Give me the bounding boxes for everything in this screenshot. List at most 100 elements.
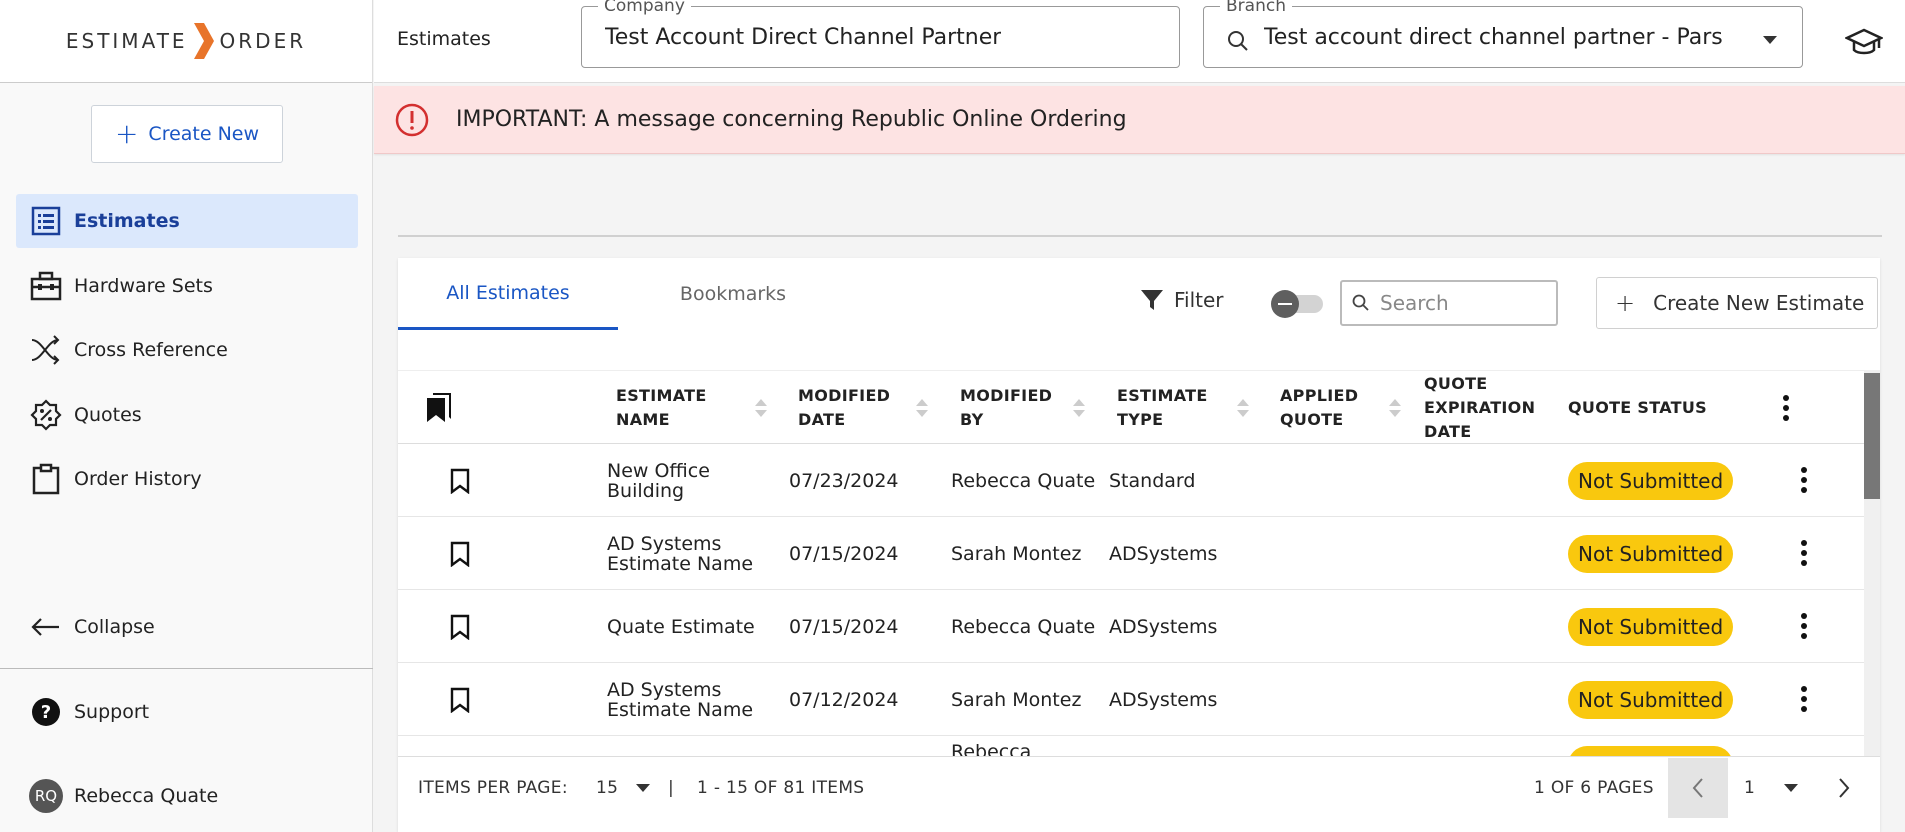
- create-new-estimate-button[interactable]: + Create New Estimate: [1596, 277, 1878, 329]
- modified-by: Rebecca: [951, 741, 1032, 756]
- sort-icon[interactable]: [1388, 396, 1402, 420]
- company-select[interactable]: Company Test Account Direct Channel Part…: [581, 0, 1180, 68]
- support-label: Support: [74, 701, 150, 723]
- graduation-cap-icon[interactable]: [1845, 22, 1883, 60]
- branch-select[interactable]: Branch Test account direct channel partn…: [1203, 0, 1803, 68]
- user-name: Rebecca Quate: [74, 785, 219, 807]
- caret-down-icon[interactable]: [636, 784, 650, 792]
- top-bar: Estimates Company Test Account Direct Ch…: [374, 0, 1905, 83]
- table-row[interactable]: AD Systems Estimate Name 07/15/2024 Sara…: [398, 517, 1864, 590]
- help-icon: ?: [28, 694, 64, 730]
- estimate-type: ADSystems: [1109, 542, 1218, 565]
- chevron-logo-icon: [193, 23, 214, 59]
- sidebar-item-label: Estimates: [74, 210, 180, 232]
- sidebar-item-cross-reference[interactable]: Cross Reference: [16, 323, 358, 377]
- sort-icon[interactable]: [1072, 396, 1086, 420]
- chevron-right-icon[interactable]: [1838, 777, 1850, 799]
- plus-icon: +: [1615, 289, 1636, 317]
- status-badge: Not Submitted: [1568, 461, 1734, 500]
- create-new-button[interactable]: + Create New: [91, 105, 283, 163]
- search-box[interactable]: [1340, 280, 1558, 326]
- more-vertical-icon[interactable]: [1800, 539, 1808, 567]
- sidebar-item-estimates[interactable]: Estimates: [16, 194, 358, 248]
- tab-all-estimates[interactable]: All Estimates: [398, 258, 618, 330]
- shuffle-icon: [28, 332, 64, 368]
- user-profile[interactable]: RQ Rebecca Quate: [16, 769, 358, 823]
- more-vertical-icon[interactable]: [1800, 466, 1808, 494]
- table-row[interactable]: Quate Estimate 07/15/2024 Rebecca Quate …: [398, 590, 1864, 663]
- important-alert[interactable]: IMPORTANT: A message concerning Republic…: [374, 86, 1905, 154]
- table-row[interactable]: AD Systems Estimate Name 07/12/2024 Sara…: [398, 663, 1864, 736]
- sort-icon[interactable]: [915, 396, 929, 420]
- modified-by: Rebecca Quate: [951, 469, 1096, 492]
- status-cell: Not Submitted: [1568, 517, 1734, 590]
- company-value: Test Account Direct Channel Partner: [605, 25, 1002, 50]
- list-icon: [28, 203, 64, 239]
- modified-date: 07/12/2024: [789, 688, 899, 711]
- search-icon: [1352, 294, 1369, 311]
- scrollbar-thumb[interactable]: [1864, 373, 1880, 499]
- status-badge: Not Submitted: [1568, 607, 1734, 646]
- applied-quote: [1279, 444, 1409, 517]
- bookmark-icon[interactable]: [450, 541, 470, 567]
- quote-expiration: [1424, 517, 1554, 590]
- bookmarks-icon[interactable]: [425, 391, 453, 423]
- filter-label: Filter: [1174, 288, 1224, 312]
- collapse-button[interactable]: Collapse: [16, 600, 358, 654]
- status-badge: Not Submitted: [1568, 680, 1734, 719]
- col-estimate-type[interactable]: ESTIMATE TYPE: [1117, 371, 1227, 445]
- filter-button[interactable]: Filter: [1140, 288, 1224, 312]
- col-quote-status[interactable]: QUOTE STATUS: [1568, 371, 1728, 445]
- more-vertical-icon[interactable]: [1782, 394, 1790, 422]
- items-per-page-value[interactable]: 15: [596, 778, 618, 798]
- estimates-card: All Estimates Bookmarks Filter + Create …: [398, 258, 1880, 832]
- caret-down-icon[interactable]: [1763, 36, 1777, 44]
- chevron-left-icon: [1692, 778, 1703, 798]
- sidebar-item-label: Quotes: [74, 404, 142, 426]
- estimate-name[interactable]: New Office Building: [607, 444, 777, 517]
- brand-right: ORDER: [219, 29, 307, 53]
- sort-icon[interactable]: [754, 396, 768, 420]
- tab-bookmarks[interactable]: Bookmarks: [618, 258, 848, 330]
- filter-toggle[interactable]: [1271, 290, 1323, 318]
- col-modified-date[interactable]: MODIFIED DATE: [798, 371, 908, 445]
- sidebar-item-label: Cross Reference: [74, 339, 228, 361]
- pagination-separator: |: [668, 777, 675, 798]
- toggle-knob: [1271, 290, 1299, 318]
- sidebar-item-hardware-sets[interactable]: Hardware Sets: [16, 259, 358, 313]
- col-applied-quote[interactable]: APPLIED QUOTE: [1280, 371, 1390, 445]
- table-row[interactable]: New Office Building 07/23/2024 Rebecca Q…: [398, 444, 1864, 517]
- previous-page-button[interactable]: [1668, 758, 1728, 818]
- caret-down-icon[interactable]: [1784, 784, 1798, 792]
- search-input[interactable]: [1380, 291, 1540, 315]
- col-modified-by[interactable]: MODIFIED BY: [960, 371, 1070, 445]
- brand-logo[interactable]: ESTIMATE ORDER: [0, 0, 372, 83]
- bookmark-icon[interactable]: [450, 614, 470, 640]
- company-label: Company: [598, 0, 691, 16]
- create-new-estimate-label: Create New Estimate: [1653, 291, 1865, 315]
- bookmark-icon[interactable]: [450, 468, 470, 494]
- modified-date: 07/23/2024: [789, 469, 899, 492]
- support-link[interactable]: ? Support: [16, 685, 358, 739]
- table-row[interactable]: Rebecca Not Submitted: [398, 736, 1864, 756]
- estimate-name[interactable]: AD Systems Estimate Name: [607, 517, 777, 590]
- branch-label: Branch: [1220, 0, 1292, 16]
- sidebar-item-quotes[interactable]: Quotes: [16, 388, 358, 442]
- alert-text: IMPORTANT: A message concerning Republic…: [456, 107, 1127, 132]
- more-vertical-icon[interactable]: [1800, 685, 1808, 713]
- sort-icon[interactable]: [1236, 396, 1250, 420]
- arrow-left-icon: [28, 609, 64, 645]
- bookmark-icon[interactable]: [450, 687, 470, 713]
- estimate-name[interactable]: AD Systems Estimate Name: [607, 663, 777, 736]
- estimate-type: ADSystems: [1109, 615, 1218, 638]
- current-page[interactable]: 1: [1744, 778, 1755, 798]
- col-quote-expiration-date[interactable]: QUOTE EXPIRATION DATE: [1424, 371, 1536, 445]
- estimate-name[interactable]: Quate Estimate: [607, 590, 777, 663]
- branch-value: Test account direct channel partner - Pa…: [1264, 25, 1723, 50]
- status-cell: Not Submitted: [1568, 590, 1734, 663]
- filter-icon: [1141, 290, 1163, 310]
- more-vertical-icon[interactable]: [1800, 612, 1808, 640]
- col-estimate-name[interactable]: ESTIMATE NAME: [616, 371, 746, 445]
- sidebar-item-order-history[interactable]: Order History: [16, 452, 358, 506]
- sidebar-item-label: Hardware Sets: [74, 275, 213, 297]
